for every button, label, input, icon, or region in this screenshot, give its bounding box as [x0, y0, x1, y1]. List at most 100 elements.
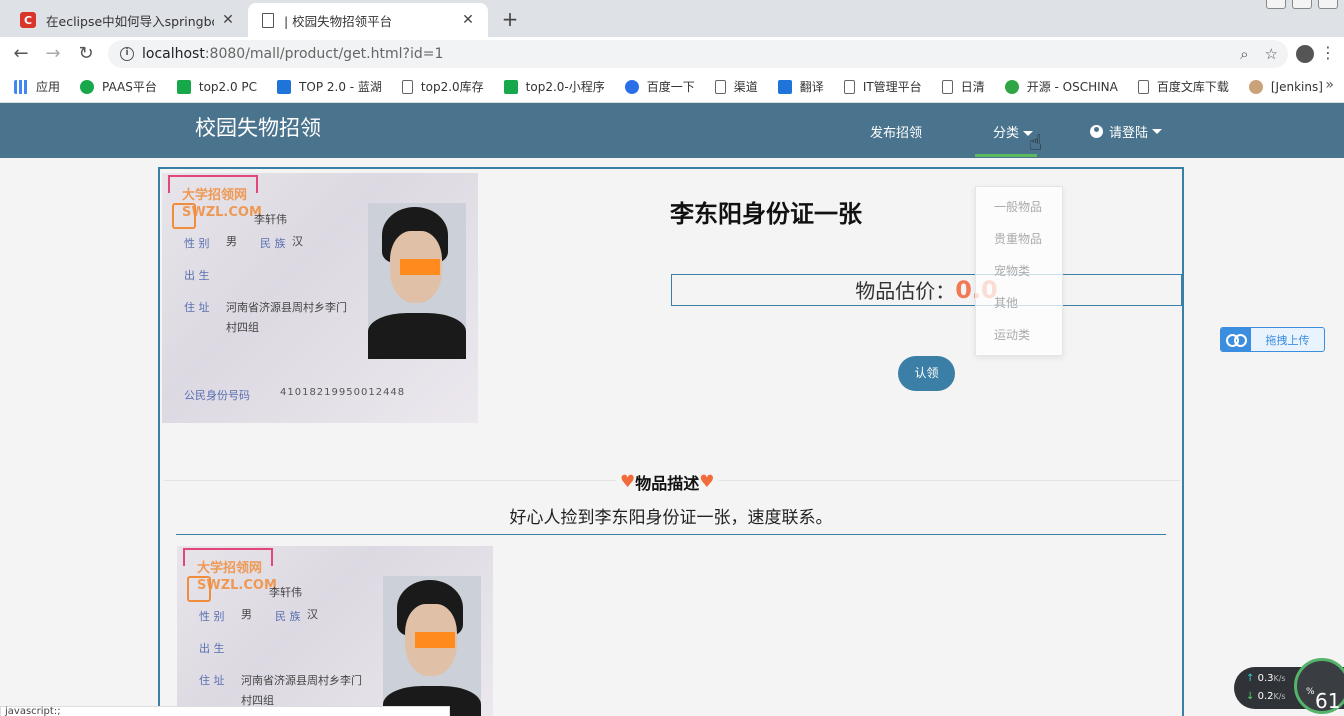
- gauge-readout: 61%: [1306, 675, 1340, 713]
- browser-tab-active[interactable]: | 校园失物招领平台 ✕: [248, 3, 488, 37]
- redaction-bar: [415, 632, 455, 648]
- id-birth-label: 出 生: [184, 269, 210, 282]
- doc-icon: [1137, 79, 1149, 94]
- watermark-site-name: 大学招领网: [197, 561, 263, 576]
- watermark-text: 大学招领网 SWZL.COM: [197, 560, 277, 594]
- oschina-icon: [1004, 79, 1019, 94]
- price-label: 物品估价：: [855, 279, 956, 303]
- bookmark-label: 日清: [960, 80, 985, 94]
- description-heading: ♥ 物品描述 ♥: [616, 470, 719, 494]
- bookmark-label: 百度一下: [646, 80, 695, 94]
- memory-gauge[interactable]: 61%: [1294, 658, 1344, 714]
- bookmark-jenkins[interactable]: [Jenkins]: [1248, 79, 1323, 94]
- account-avatar-icon[interactable]: [1296, 45, 1314, 63]
- id-address: 河南省济源县周村乡李门: [241, 674, 362, 687]
- bookmark-top2-miniapp[interactable]: top2.0-小程序: [503, 78, 605, 95]
- arrow-up-icon: ↑: [1246, 673, 1255, 684]
- bookmark-lanhu[interactable]: TOP 2.0 - 蓝湖: [277, 78, 382, 95]
- translate-icon: [777, 79, 792, 94]
- id-number: 41018219950012448: [280, 387, 406, 398]
- bookmark-top2-pc[interactable]: top2.0 PC: [176, 79, 258, 94]
- bookmark-label: top2.0库存: [420, 80, 484, 94]
- browser-menu-icon[interactable]: ⋮: [1320, 43, 1336, 62]
- doc-icon: [401, 79, 413, 94]
- nav-login-dropdown[interactable]: 请登陆: [1090, 122, 1163, 141]
- description-heading-text: 物品描述: [635, 474, 700, 493]
- bookmark-label: 翻译: [799, 80, 824, 94]
- browser-tab-bar: C 在eclipse中如何导入springboot ✕ | 校园失物招领平台 ✕…: [0, 0, 1344, 37]
- arrow-down-icon: ↓: [1246, 691, 1255, 702]
- maximize-icon[interactable]: [1292, 0, 1312, 9]
- category-item-sports[interactable]: 运动类: [976, 327, 1062, 359]
- product-title: 李东阳身份证一张: [670, 200, 862, 228]
- bookmark-apps[interactable]: 应用: [14, 78, 60, 95]
- site-brand[interactable]: 校园失物招领: [195, 112, 321, 142]
- watermark-domain: SWZL.COM: [182, 205, 262, 220]
- browser-status-bar: javascript:;: [0, 706, 450, 716]
- zoom-search-icon[interactable]: ⌕: [1240, 45, 1248, 63]
- bookmark-translate[interactable]: 翻译: [777, 78, 824, 95]
- id-sex-label: 性 别: [199, 610, 225, 623]
- bookmark-label: [Jenkins]: [1270, 79, 1323, 94]
- id-name: 李轩伟: [269, 586, 302, 599]
- gauge-value: 61: [1315, 689, 1341, 713]
- bookmark-top2-stock[interactable]: top2.0库存: [401, 78, 484, 95]
- minimize-icon[interactable]: [1266, 0, 1286, 9]
- back-icon[interactable]: ←: [10, 43, 32, 65]
- tab-title: | 校园失物招领平台: [284, 13, 393, 29]
- bookmark-wenku[interactable]: 百度文库下载: [1137, 78, 1229, 95]
- bookmark-label: 开源 - OSCHINA: [1026, 80, 1118, 94]
- new-tab-icon[interactable]: +: [498, 7, 522, 31]
- doc-icon: [941, 79, 953, 94]
- category-item-other[interactable]: 其他: [976, 295, 1062, 327]
- close-tab-icon[interactable]: ✕: [460, 12, 476, 28]
- bookmark-paas[interactable]: PAAS平台: [80, 78, 157, 95]
- address-bar[interactable]: i localhost:8080/mall/product/get.html?i…: [108, 40, 1288, 68]
- browser-tab-eclipse[interactable]: C 在eclipse中如何导入springboot ✕: [8, 3, 248, 37]
- hand-cursor-icon: ☝: [1029, 131, 1043, 156]
- nav-login-label: 请登陆: [1109, 126, 1149, 141]
- id-portrait: [383, 576, 481, 716]
- watermark-text: 大学招领网 SWZL.COM: [182, 187, 262, 221]
- bookmark-baidu[interactable]: 百度一下: [624, 78, 695, 95]
- bookmark-it-admin[interactable]: IT管理平台: [843, 78, 922, 95]
- close-tab-icon[interactable]: ✕: [220, 12, 236, 28]
- reload-icon[interactable]: ↻: [75, 43, 97, 65]
- upload-speed-value: 0.3: [1257, 673, 1274, 684]
- bookmark-riqing[interactable]: 日清: [941, 78, 985, 95]
- bookmark-star-icon[interactable]: ☆: [1265, 45, 1278, 63]
- jenkins-icon: [1248, 79, 1263, 94]
- bookmark-channel[interactable]: 渠道: [714, 78, 758, 95]
- id-sex: 男: [241, 608, 252, 621]
- forward-icon[interactable]: →: [42, 43, 64, 65]
- detail-image[interactable]: 大学招领网 SWZL.COM 李轩伟 性 别 男 民 族 汉 出 生 住 址 河南…: [177, 546, 493, 716]
- category-item-valuable[interactable]: 贵重物品: [976, 231, 1062, 263]
- category-item-general[interactable]: 一般物品: [976, 199, 1062, 231]
- bookmarks-bar: 应用 PAAS平台 top2.0 PC TOP 2.0 - 蓝湖 top2.0库…: [0, 71, 1344, 103]
- id-number-label: 公民身份号码: [184, 389, 250, 402]
- drag-upload-widget[interactable]: 拖拽上传: [1220, 327, 1325, 352]
- id-address: 河南省济源县周村乡李门: [226, 301, 347, 314]
- window-close-icon[interactable]: [1318, 0, 1338, 9]
- id-birth-label: 出 生: [199, 642, 225, 655]
- claim-button[interactable]: 认领: [898, 356, 955, 391]
- id-ethnicity: 汉: [307, 608, 318, 621]
- upload-speed: ↑ 0.3K/s: [1246, 673, 1286, 684]
- bookmarks-overflow-icon[interactable]: »: [1325, 77, 1334, 93]
- nav-category-label: 分类: [993, 126, 1020, 141]
- id-sex: 男: [226, 235, 237, 248]
- bookmark-oschina[interactable]: 开源 - OSCHINA: [1004, 78, 1118, 95]
- product-image[interactable]: 大学招领网 SWZL.COM 李轩伟 性 别 男 民 族 汉 出 生 住 址 河南…: [162, 173, 478, 423]
- description-text: 好心人捡到李东阳身份证一张，速度联系。: [509, 508, 833, 528]
- nav-category-dropdown[interactable]: 分类: [993, 122, 1034, 141]
- apps-icon: [14, 79, 28, 94]
- bookmark-label: top2.0 PC: [198, 79, 258, 94]
- page-favicon-icon: [262, 12, 274, 28]
- site-info-icon[interactable]: i: [120, 47, 134, 61]
- nav-publish-link[interactable]: 发布招领: [870, 122, 922, 141]
- doc-icon: [843, 79, 855, 94]
- id-address-line2: 村四组: [226, 321, 259, 334]
- category-item-pets[interactable]: 宠物类: [976, 263, 1062, 295]
- url-host: localhost: [142, 46, 205, 62]
- id-name: 李轩伟: [254, 213, 287, 226]
